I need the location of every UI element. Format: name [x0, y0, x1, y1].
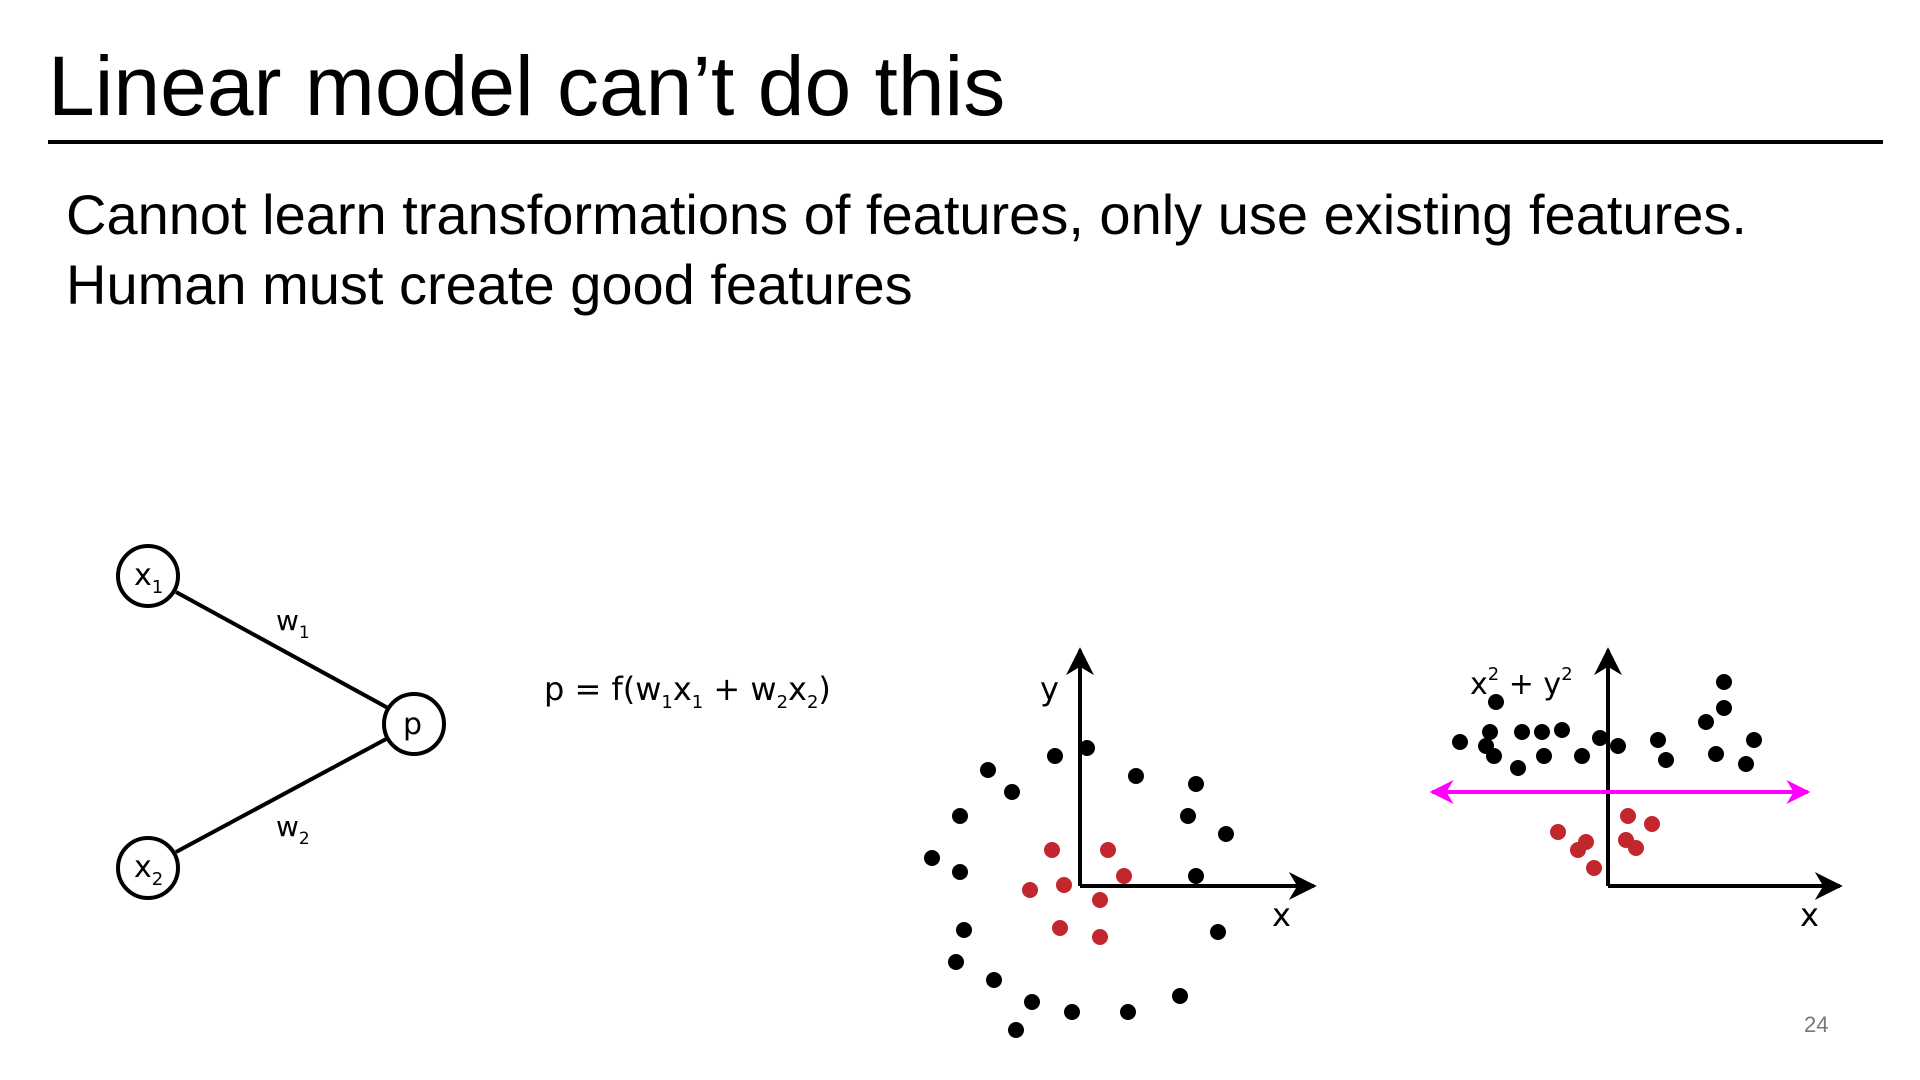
outer-point [924, 850, 940, 866]
inner-point [1116, 868, 1132, 884]
outer-point [1536, 748, 1552, 764]
inner-point [1044, 842, 1060, 858]
scatter-plot-xy: y x [924, 647, 1317, 1038]
outer-point [1210, 924, 1226, 940]
outer-point [1079, 740, 1095, 756]
outer-point [1047, 748, 1063, 764]
page-number: 24 [1804, 1012, 1829, 1037]
outer-point [1172, 988, 1188, 1004]
outer-point [1698, 714, 1714, 730]
slide: Linear model can’t do this Cannot learn … [0, 0, 1920, 1080]
outer-point [1024, 994, 1040, 1010]
prediction-formula: p = f(w1x1 + w2x2) [544, 670, 831, 713]
outer-point [1574, 748, 1590, 764]
outer-point [980, 762, 996, 778]
weight-w2-label: w2 [276, 810, 310, 849]
outer-point [948, 954, 964, 970]
outer-point [1482, 724, 1498, 740]
inner-point [1100, 842, 1116, 858]
inner-point [1092, 892, 1108, 908]
outer-point [1650, 732, 1666, 748]
inner-point [1620, 808, 1636, 824]
outer-point [1486, 748, 1502, 764]
y-axis-label: x2 + y2 [1470, 664, 1573, 702]
outer-point [1592, 730, 1608, 746]
x-axis-label: x [1272, 896, 1291, 934]
inner-point [1022, 882, 1038, 898]
outer-point [1004, 784, 1020, 800]
outer-point [1188, 868, 1204, 884]
outer-point [1188, 776, 1204, 792]
outer-point [1716, 700, 1732, 716]
inner-point [1628, 840, 1644, 856]
output-node-p-label: p [403, 707, 422, 742]
outer-point [1554, 722, 1570, 738]
inner-point [1056, 877, 1072, 893]
inner-point [1550, 824, 1566, 840]
inner-point [1092, 929, 1108, 945]
network-diagram: x1 x2 p w1 w2 [116, 544, 446, 900]
inner-point [1644, 816, 1660, 832]
inner-point [1570, 842, 1586, 858]
inner-point [1586, 860, 1602, 876]
outer-point [1008, 1022, 1024, 1038]
outer-point [1452, 734, 1468, 750]
outer-point [1180, 808, 1196, 824]
outer-point [952, 864, 968, 880]
weight-w1-label: w1 [276, 604, 310, 643]
outer-point [1514, 724, 1530, 740]
outer-point [1128, 768, 1144, 784]
x-axis-label: x [1800, 896, 1819, 934]
outer-point [1746, 732, 1762, 748]
outer-point [1510, 760, 1526, 776]
figures-canvas: x1 x2 p w1 w2 p = f(w1x1 + w2x2) y x x2 … [116, 544, 1843, 1038]
scatter-plot-transformed: x2 + y2 x [1429, 647, 1843, 934]
outer-point [956, 922, 972, 938]
inner-point [1052, 920, 1068, 936]
outer-point [1708, 746, 1724, 762]
outer-point [952, 808, 968, 824]
outer-point [1534, 724, 1550, 740]
outer-point [1716, 674, 1732, 690]
outer-point [1120, 1004, 1136, 1020]
outer-point [1064, 1004, 1080, 1020]
outer-point [1218, 826, 1234, 842]
outer-point [1658, 752, 1674, 768]
outer-point [986, 972, 1002, 988]
outer-point [1488, 694, 1504, 710]
outer-point [1738, 756, 1754, 772]
y-axis-label: y [1040, 670, 1059, 708]
outer-point [1610, 738, 1626, 754]
